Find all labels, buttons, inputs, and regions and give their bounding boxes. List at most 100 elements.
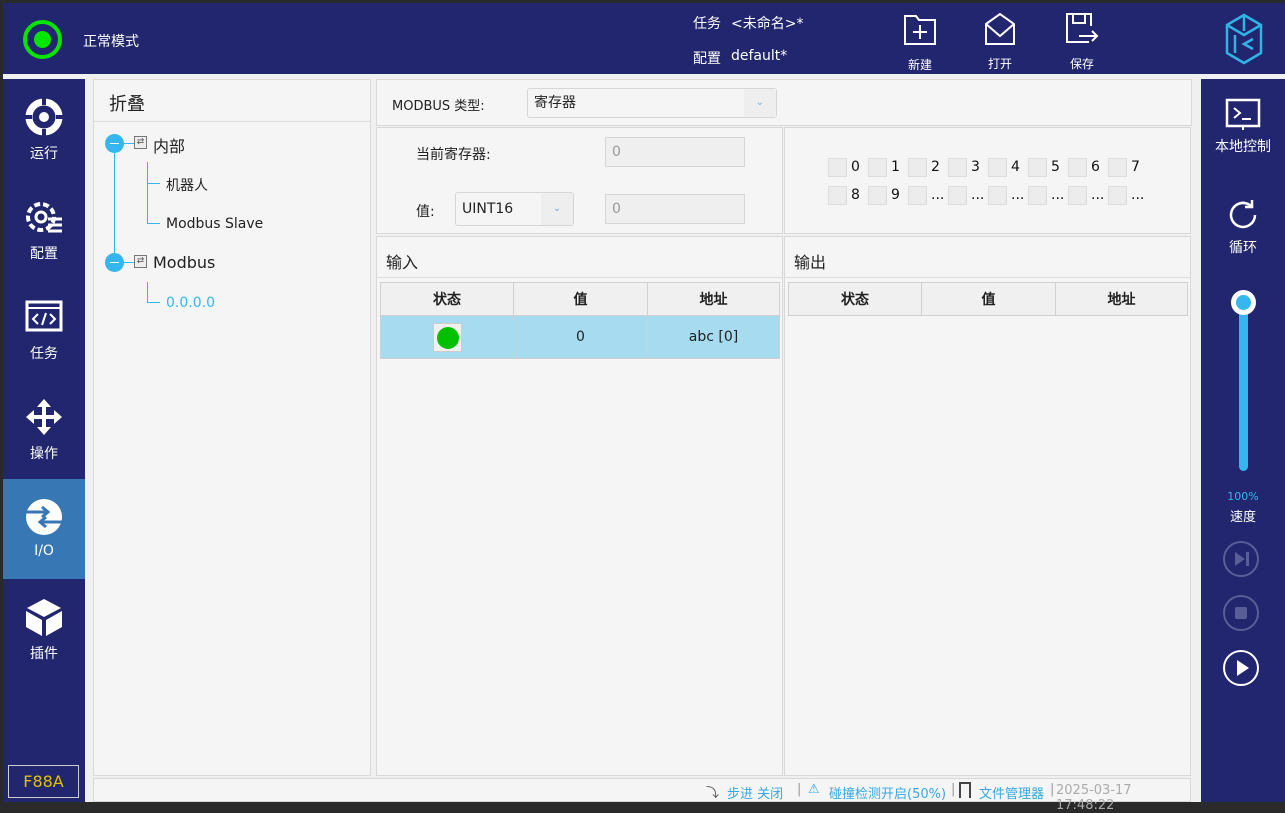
step-status[interactable]: 步进 关闭 xyxy=(727,783,783,802)
modbus-type-value: 寄存器 xyxy=(534,95,576,111)
current-register-label: 当前寄存器: xyxy=(416,147,491,163)
mode-indicator-icon xyxy=(23,20,62,59)
nav-label: I/O xyxy=(34,543,54,559)
cube-icon xyxy=(26,599,62,636)
nav-label: 任务 xyxy=(30,346,58,362)
open-button[interactable]: 打开 xyxy=(978,11,1022,71)
column-header: 值 xyxy=(513,282,648,316)
brand-logo-icon xyxy=(1225,13,1263,65)
collision-icon: ⚠ xyxy=(808,782,820,797)
save-button[interactable]: 保存 xyxy=(1060,11,1104,71)
save-disk-icon xyxy=(1066,13,1099,43)
play-button[interactable] xyxy=(1223,650,1259,686)
usb-icon xyxy=(959,782,971,798)
output-title: 输出 xyxy=(794,253,827,272)
node-type-icon: ⇄ xyxy=(134,255,147,268)
local-control-button[interactable]: 本地控制 xyxy=(1201,94,1285,164)
output-panel: 输出 状态值地址 xyxy=(784,236,1191,776)
register-bits-panel: 0 1 2 3 4 5 6 7 8 9.................. xyxy=(784,127,1191,234)
speed-slider-handle[interactable] xyxy=(1231,290,1256,315)
bit-indicator xyxy=(828,158,847,177)
bit-label: ... xyxy=(1131,187,1145,203)
code-window-icon xyxy=(25,300,63,332)
speed-label: 速度 xyxy=(1229,510,1256,525)
tree-leaf-ip[interactable]: 0.0.0.0 xyxy=(166,295,215,311)
status-cell xyxy=(380,315,514,359)
bit-label: 0 xyxy=(851,159,860,175)
collision-status[interactable]: 碰撞检测开启(50%) xyxy=(829,783,946,802)
bit-indicator xyxy=(908,158,927,177)
bit-label: 7 xyxy=(1131,159,1140,175)
output-table: 状态值地址 xyxy=(788,282,1188,316)
bit-label: ... xyxy=(1011,187,1025,203)
modbus-type-label: MODBUS 类型: xyxy=(392,99,485,114)
input-title: 输入 xyxy=(386,253,419,272)
tree-leaf-modbus-slave[interactable]: Modbus Slave xyxy=(166,216,263,232)
file-manager-link[interactable]: 文件管理器 xyxy=(979,783,1044,802)
bit-indicator xyxy=(1108,158,1127,177)
loop-label: 循环 xyxy=(1229,240,1257,256)
stop-icon xyxy=(1235,607,1247,619)
bit-indicator xyxy=(1068,186,1087,205)
column-header: 状态 xyxy=(380,282,514,316)
new-label: 新建 xyxy=(907,58,932,72)
nav-label: 操作 xyxy=(30,446,58,462)
bit-indicator xyxy=(988,158,1007,177)
bit-indicator xyxy=(1068,158,1087,177)
collapse-title[interactable]: 折叠 xyxy=(109,90,145,116)
status-bar: ⤵ 步进 关闭 | ⚠ 碰撞检测开启(50%) | 文件管理器 | 2025-0… xyxy=(93,778,1191,813)
input-table: 状态值地址 0 abc [0] xyxy=(380,282,780,359)
new-button[interactable]: 新建 xyxy=(898,11,942,72)
tree-node-internal[interactable]: 内部 xyxy=(153,133,185,157)
nav-item-config[interactable]: 配置 xyxy=(3,179,85,279)
bit-label: 3 xyxy=(971,159,980,175)
task-value: <未命名>* xyxy=(731,16,804,32)
bit-indicator xyxy=(868,158,887,177)
new-folder-icon xyxy=(904,15,936,45)
value-type-value: UINT16 xyxy=(462,201,514,217)
top-header: 正常模式 任务 <未命名>* 配置 default* 新建 打开 保存 xyxy=(3,3,1285,74)
step-forward-button[interactable] xyxy=(1223,541,1259,577)
value-field[interactable]: 0 xyxy=(605,194,745,224)
tree-panel: 折叠 ⇄ 内部 机器人 Modbus Slave ⇄ Modbus 0.0.0.… xyxy=(93,79,371,776)
collapse-node-button[interactable] xyxy=(105,134,124,153)
nav-item-operate[interactable]: 操作 xyxy=(3,379,85,479)
tree-leaf-robot[interactable]: 机器人 xyxy=(166,175,208,195)
bit-label: 6 xyxy=(1091,159,1100,175)
stop-button[interactable] xyxy=(1223,595,1259,631)
bit-indicator xyxy=(1028,158,1047,177)
tree-node-modbus[interactable]: Modbus xyxy=(153,253,215,272)
nav-item-io[interactable]: I/O xyxy=(3,479,85,579)
local-control-label: 本地控制 xyxy=(1215,139,1271,155)
modbus-type-row: MODBUS 类型: 寄存器 ⌄ xyxy=(376,79,1192,126)
bit-label: 8 xyxy=(851,187,860,203)
bit-label: 1 xyxy=(891,159,900,175)
speed-slider-track[interactable] xyxy=(1239,300,1248,471)
collapse-node-button[interactable] xyxy=(105,253,124,272)
input-panel: 输入 状态值地址 0 abc [0] xyxy=(376,236,783,776)
column-header: 地址 xyxy=(1055,282,1188,316)
value-type-select[interactable]: UINT16 ⌄ xyxy=(455,192,574,226)
modbus-type-select[interactable]: 寄存器 ⌄ xyxy=(527,88,777,118)
datetime: 2025-03-17 17:48:22 xyxy=(1056,783,1132,813)
speed-percent: 100% xyxy=(1227,490,1259,503)
nav-item-run[interactable]: 运行 xyxy=(3,79,85,179)
right-control-bar: 本地控制 循环 100% 速度 xyxy=(1201,79,1285,802)
column-header: 地址 xyxy=(647,282,780,316)
bit-indicator xyxy=(988,186,1007,205)
bit-indicator xyxy=(868,186,887,205)
loop-button[interactable]: 循环 xyxy=(1201,197,1285,262)
chevron-down-icon: ⌄ xyxy=(541,193,573,225)
node-type-icon: ⇄ xyxy=(134,136,147,149)
bit-indicator xyxy=(1028,186,1047,205)
current-register-field[interactable]: 0 xyxy=(605,137,745,167)
nav-item-task[interactable]: 任务 xyxy=(3,279,85,379)
save-label: 保存 xyxy=(1069,57,1094,71)
io-exchange-icon xyxy=(26,499,62,535)
bit-label: 2 xyxy=(931,159,940,175)
nav-item-plugin[interactable]: 插件 xyxy=(3,579,85,679)
bit-label: ... xyxy=(931,187,945,203)
table-row[interactable]: 0 abc [0] xyxy=(380,315,780,359)
bit-indicator xyxy=(908,186,927,205)
bit-label: 4 xyxy=(1011,159,1020,175)
